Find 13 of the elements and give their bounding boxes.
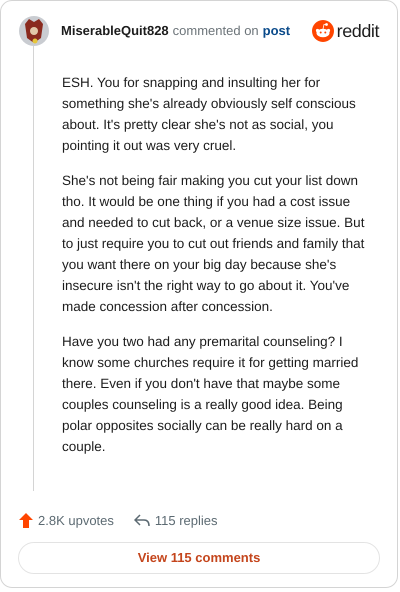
comment-paragraph: Have you two had any premarital counseling? I know some churches require it for getting married there. Even if you don't have that maybe some couples counseling is a really good idea. Being polar opposites socially can be really hard on a couple. bbox=[62, 333, 360, 456]
upvote-icon[interactable] bbox=[19, 512, 33, 528]
comment-paragraph: She's not being fair making you cut your list down tho. It would be one thing if you had a cost issue and needed to cut back, or a venue size issue. But to just require you to cut out friends and family that you want there on your big day because she's insecure isn't the right way to go about it. You've made concession after concession. bbox=[62, 172, 366, 316]
username[interactable]: MiserableQuit828 bbox=[61, 21, 169, 41]
post-link[interactable]: post bbox=[262, 21, 290, 41]
comment-paragraph: ESH. You for snapping and insulting her for something she's already obviously self conscious about. It's pretty clear she's not as social, you pointing it out was very cruel. bbox=[62, 74, 357, 155]
reddit-logo-icon bbox=[312, 20, 334, 42]
view-comments-button[interactable]: View 115 comments bbox=[18, 542, 380, 574]
action-text: commented on bbox=[172, 22, 259, 40]
logo-text: reddit bbox=[336, 20, 379, 42]
reply-count: 115 replies bbox=[154, 512, 218, 530]
upvote-count: 2.8K upvotes bbox=[38, 512, 114, 530]
reply-icon[interactable] bbox=[134, 514, 150, 527]
